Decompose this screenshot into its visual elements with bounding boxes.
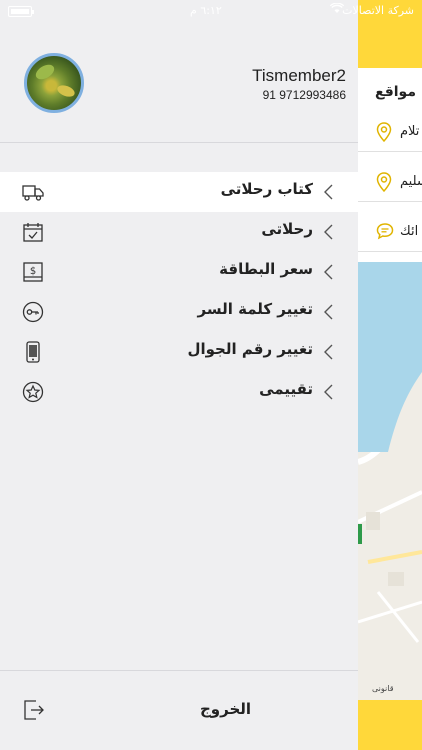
truck-icon [22, 181, 44, 203]
chevron-left-icon [322, 344, 336, 360]
menu-item-card-price[interactable]: $ سعر البطاقة [0, 252, 358, 292]
location-row-text: تلام [400, 124, 420, 139]
avatar-photo-detail [55, 83, 77, 99]
user-phone: 91 9712993486 [262, 88, 346, 102]
chevron-left-icon [322, 184, 336, 200]
divider [0, 142, 358, 143]
main-panel[interactable]: مواقع تلام سليم ائك قانونى [358, 0, 422, 750]
chat-bubble-icon [376, 222, 394, 242]
status-time: ٦:١٢ م [190, 4, 222, 17]
logout-label: الخروج [200, 700, 252, 718]
location-row[interactable]: تلام [358, 112, 422, 152]
chevron-left-icon [322, 224, 336, 240]
price-card-icon: $ [22, 261, 44, 283]
calendar-icon [22, 221, 44, 243]
mobile-phone-icon [22, 341, 44, 363]
message-row-text: ائك [400, 224, 419, 239]
location-pin-icon [376, 172, 392, 193]
battery-icon [8, 6, 34, 17]
drawer-menu: كتاب رحلاتى رحلاتى $ سعر البطاقة تغيير ك… [0, 172, 358, 412]
chevron-left-icon [322, 264, 336, 280]
message-row[interactable]: ائك [358, 212, 422, 252]
main-bottom-bar[interactable] [358, 700, 422, 750]
menu-item-label: تغيير كلمة السر [197, 300, 314, 318]
chevron-left-icon [322, 384, 336, 400]
menu-item-label: كتاب رحلاتى [220, 180, 313, 198]
menu-item-book-trips[interactable]: كتاب رحلاتى [0, 172, 358, 212]
locations-title: مواقع [375, 84, 416, 100]
logout-icon [22, 698, 46, 722]
key-icon [22, 301, 44, 323]
location-pin-icon [376, 122, 392, 143]
svg-text:$: $ [30, 266, 36, 277]
menu-item-label: رحلاتى [261, 220, 313, 238]
map-sea-area [358, 262, 422, 452]
location-row-text: سليم [400, 174, 422, 189]
avatar-photo-detail [33, 61, 57, 83]
map-marker[interactable] [358, 524, 362, 544]
divider [0, 670, 358, 671]
menu-item-change-mobile[interactable]: تغيير رقم الجوال [0, 332, 358, 372]
location-row[interactable]: سليم [358, 162, 422, 202]
avatar[interactable] [24, 53, 84, 113]
chevron-left-icon [322, 304, 336, 320]
carrier-name: شركة الاتصالات [342, 4, 414, 17]
status-bar: ٦:١٢ م شركة الاتصالات [0, 0, 422, 22]
map-credit: قانونى [372, 684, 394, 693]
side-drawer: Tismember2 91 9712993486 كتاب رحلاتى رحل… [0, 0, 358, 750]
menu-item-my-rating[interactable]: تقييمى [0, 372, 358, 412]
menu-item-my-trips[interactable]: رحلاتى [0, 212, 358, 252]
star-icon [22, 381, 44, 403]
menu-item-label: تقييمى [259, 380, 313, 398]
menu-item-label: سعر البطاقة [219, 260, 313, 278]
menu-item-change-password[interactable]: تغيير كلمة السر [0, 292, 358, 332]
user-name: Tismember2 [252, 66, 346, 85]
logout-button[interactable]: الخروج [0, 688, 358, 732]
menu-item-label: تغيير رقم الجوال [187, 340, 314, 358]
